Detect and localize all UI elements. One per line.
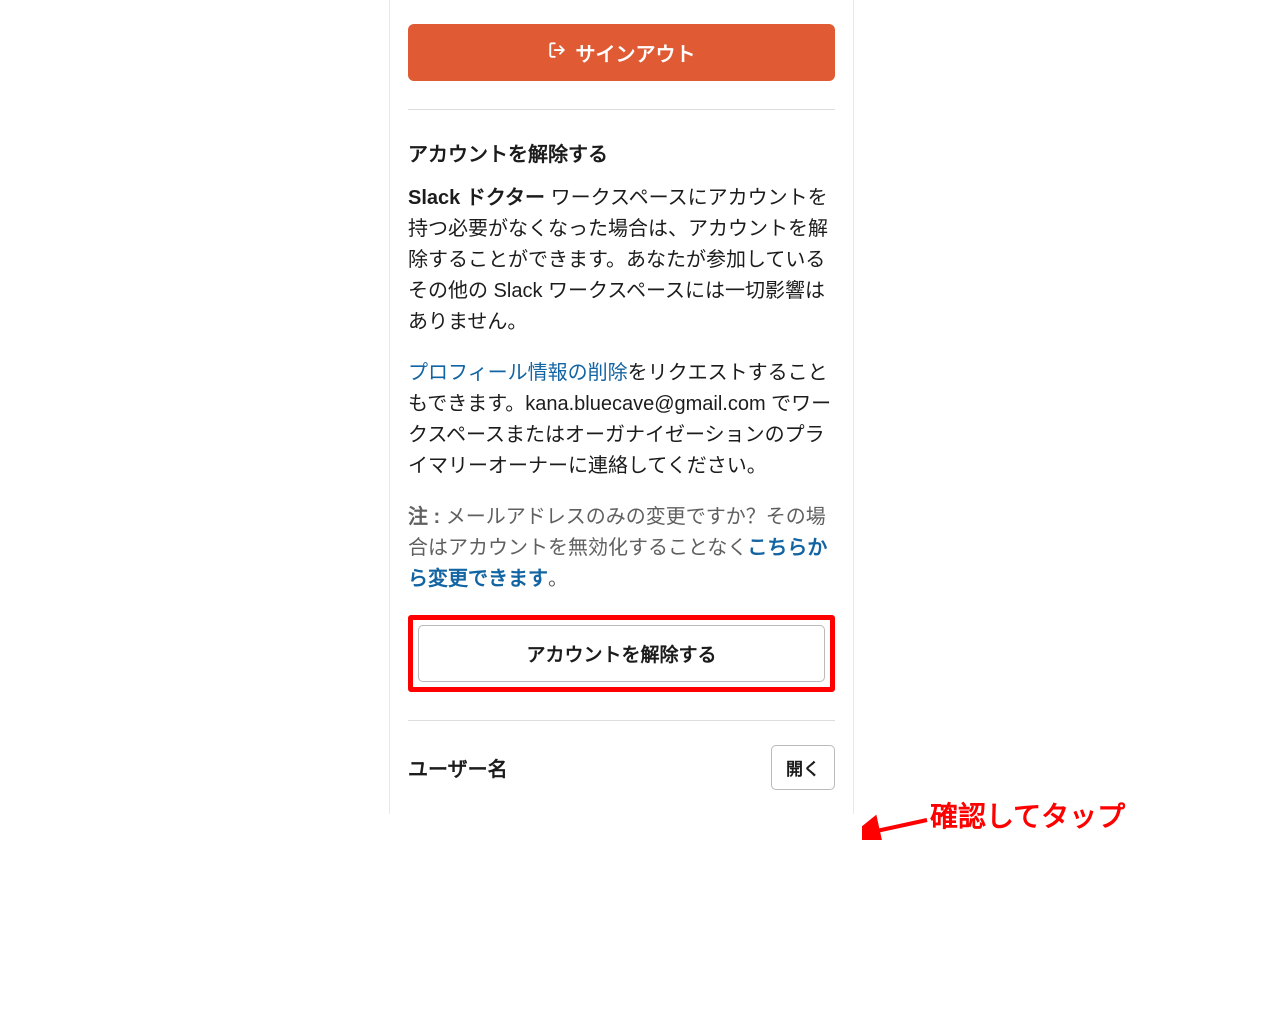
workspace-name: Slack ドクター (408, 187, 545, 209)
deactivate-note: 注 : メールアドレスのみの変更ですか？その場合はアカウントを無効化することなく… (408, 502, 835, 595)
deactivate-account-button[interactable]: アカウントを解除する (418, 625, 825, 682)
divider (408, 109, 835, 110)
profile-delete-link[interactable]: プロフィール情報の削除 (408, 362, 628, 384)
username-section: ユーザー名 開く (408, 745, 835, 790)
settings-panel: サインアウト アカウントを解除する Slack ドクター ワークスペースにアカウ… (389, 0, 854, 814)
deactivate-description-1: Slack ドクター ワークスペースにアカウントを持つ必要がなくなった場合は、ア… (408, 183, 835, 338)
note-suffix: 。 (548, 568, 568, 590)
annotation-text: 確認してタップ (930, 795, 1125, 835)
deactivate-description-2: プロフィール情報の削除をリクエストすることもできます。kana.bluecave… (408, 358, 835, 482)
signout-button[interactable]: サインアウト (408, 24, 835, 81)
username-open-button[interactable]: 開く (771, 745, 835, 790)
highlight-annotation: アカウントを解除する (408, 615, 835, 692)
owner-email: kana.bluecave@gmail.com (525, 393, 765, 415)
divider (408, 720, 835, 721)
note-label: 注 : (408, 506, 440, 528)
arrow-annotation-icon (862, 810, 932, 840)
signout-label: サインアウト (576, 38, 696, 67)
deactivate-title: アカウントを解除する (408, 138, 835, 167)
signout-icon (548, 41, 566, 65)
username-label: ユーザー名 (408, 753, 508, 782)
